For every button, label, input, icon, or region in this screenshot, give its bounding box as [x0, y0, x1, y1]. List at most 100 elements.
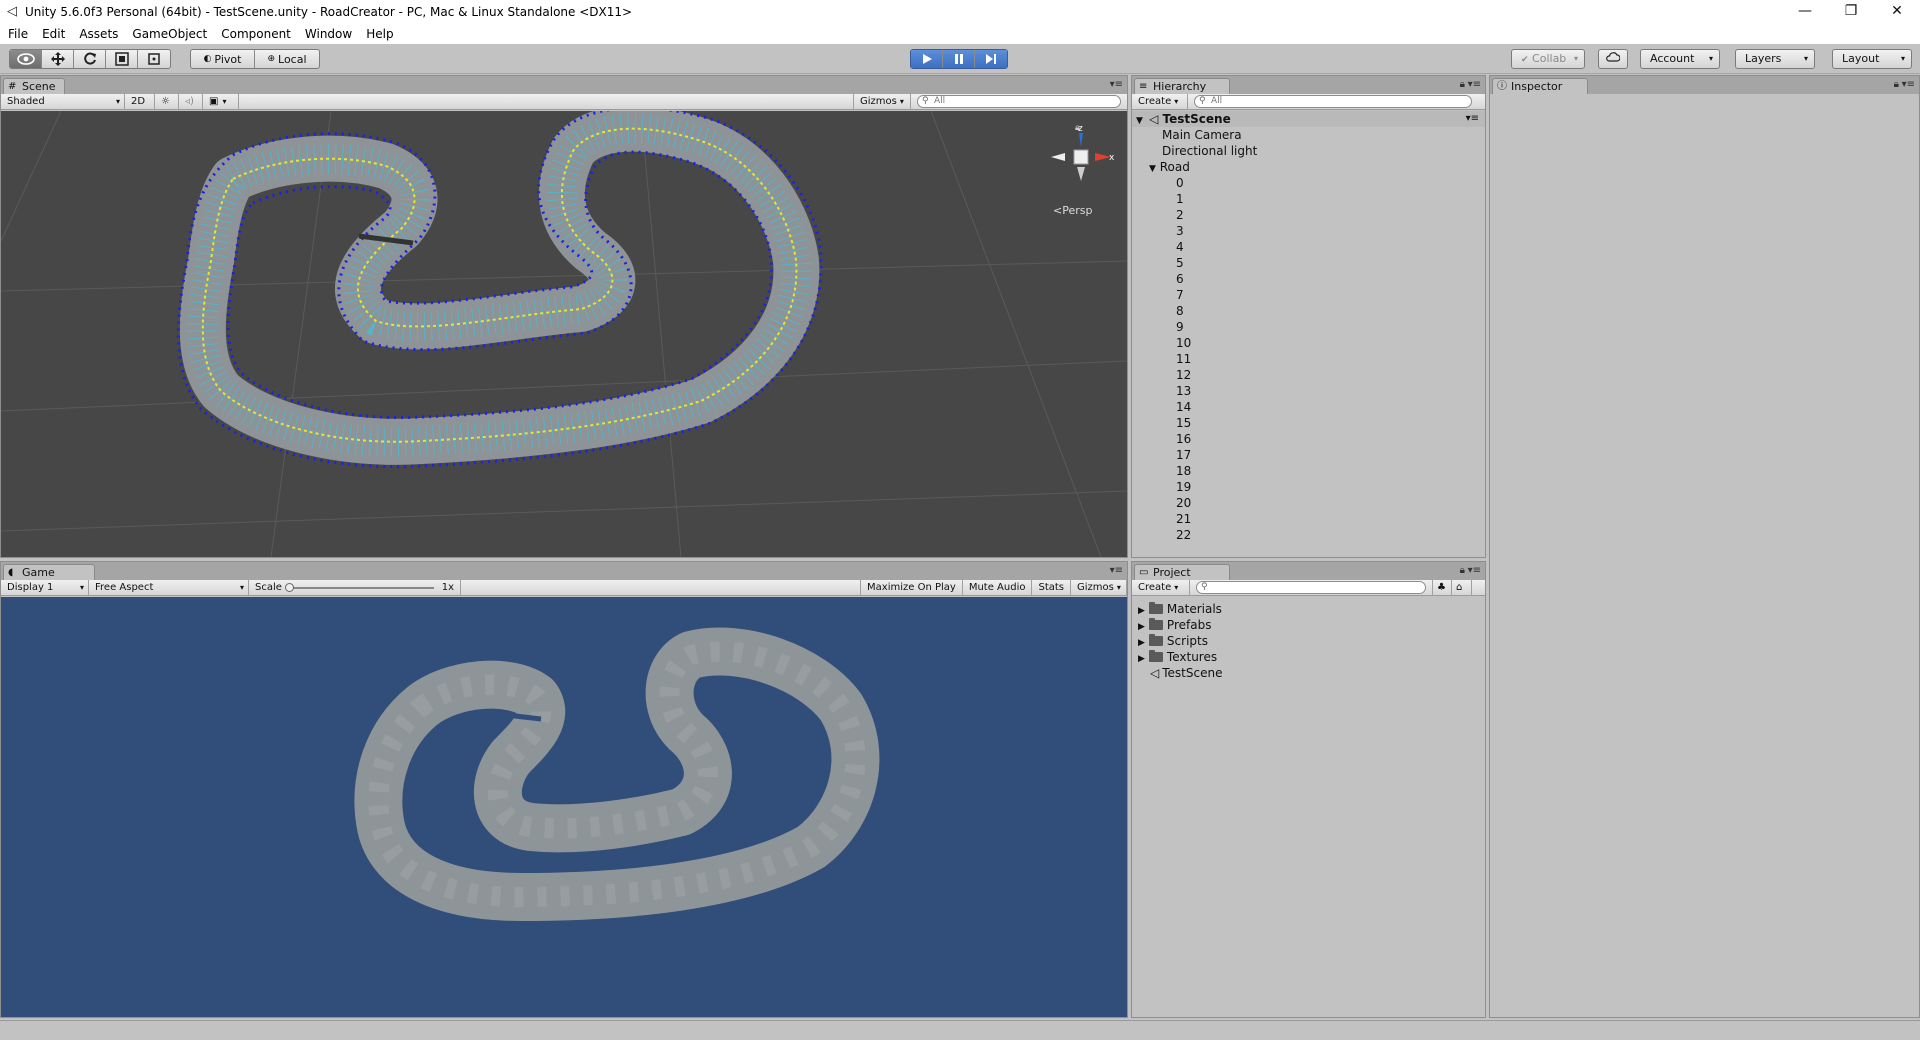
audio-toggle[interactable]: ◃): [179, 93, 203, 110]
expand-triangle-icon[interactable]: ▶: [1138, 638, 1145, 648]
rect-tool-button[interactable]: [138, 50, 170, 68]
hierarchy-item-road-child[interactable]: 10: [1132, 335, 1485, 351]
scene-search-input[interactable]: ⚲ All: [917, 95, 1121, 108]
tab-inspector[interactable]: ⓘ Inspector: [1492, 78, 1588, 94]
scale-slider-thumb[interactable]: [284, 582, 294, 592]
step-button[interactable]: [975, 50, 1007, 68]
minimize-button[interactable]: —: [1782, 0, 1828, 24]
hierarchy-item-road-child[interactable]: 17: [1132, 447, 1485, 463]
hierarchy-item-road-child[interactable]: 11: [1132, 351, 1485, 367]
project-search-input[interactable]: ⚲: [1196, 581, 1426, 594]
menu-edit[interactable]: Edit: [35, 27, 72, 41]
scene-orientation-gizmo[interactable]: z x: [1041, 119, 1121, 199]
game-viewport[interactable]: [1, 597, 1127, 1017]
expand-triangle-icon[interactable]: ▶: [1138, 622, 1145, 632]
project-asset-testscene[interactable]: ◁ TestScene: [1150, 665, 1222, 681]
hierarchy-item-road-child[interactable]: 4: [1132, 239, 1485, 255]
scale-tool-button[interactable]: [106, 50, 138, 68]
hierarchy-item-road-child[interactable]: 15: [1132, 415, 1485, 431]
scene-viewport[interactable]: z x 🔒︎ <Persp: [1, 111, 1127, 557]
layout-dropdown[interactable]: Layout ▾: [1832, 49, 1912, 69]
hierarchy-item-road-child[interactable]: 16: [1132, 431, 1485, 447]
filter-by-label-button[interactable]: ⌂: [1452, 579, 1472, 596]
expand-triangle-icon[interactable]: ▼: [1136, 116, 1143, 126]
hierarchy-item-road-child[interactable]: 1: [1132, 191, 1485, 207]
panel-menu-icon[interactable]: ▾≡: [1468, 79, 1481, 90]
hierarchy-item-road-child[interactable]: 3: [1132, 223, 1485, 239]
close-button[interactable]: ✕: [1874, 0, 1920, 24]
hierarchy-item-road-child[interactable]: 12: [1132, 367, 1485, 383]
menu-gameobject[interactable]: GameObject: [125, 27, 214, 41]
game-gizmos-dropdown[interactable]: Gizmos ▾: [1071, 579, 1127, 596]
hierarchy-item-road-child[interactable]: 5: [1132, 255, 1485, 271]
pause-button[interactable]: [943, 50, 975, 68]
menu-file[interactable]: File: [0, 27, 35, 41]
aspect-dropdown[interactable]: Free Aspect ▾: [89, 579, 249, 596]
hierarchy-search-input[interactable]: ⚲ All: [1194, 95, 1472, 108]
hierarchy-item-road-child[interactable]: 8: [1132, 303, 1485, 319]
scene-root-row[interactable]: ▼ ◁ TestScene ▾≡: [1132, 111, 1485, 127]
panel-menu-icon[interactable]: ▾≡: [1468, 565, 1481, 576]
hierarchy-item-main-camera[interactable]: Main Camera: [1132, 127, 1485, 143]
tab-hierarchy[interactable]: ≡ Hierarchy: [1134, 78, 1230, 94]
menu-help[interactable]: Help: [359, 27, 400, 41]
layers-dropdown[interactable]: Layers ▾: [1735, 49, 1815, 69]
persp-label[interactable]: <Persp: [1053, 204, 1092, 217]
hierarchy-item-road-child[interactable]: 21: [1132, 511, 1485, 527]
scene-gizmos-dropdown[interactable]: Gizmos ▾: [853, 93, 911, 110]
hierarchy-item-road[interactable]: ▼ Road: [1132, 159, 1485, 175]
play-button[interactable]: [911, 50, 943, 68]
scene-menu-icon[interactable]: ▾≡: [1466, 111, 1479, 127]
stats-toggle[interactable]: Stats: [1032, 579, 1071, 596]
hierarchy-item-road-child[interactable]: 7: [1132, 287, 1485, 303]
pivot-toggle[interactable]: ◐ Pivot: [191, 50, 255, 68]
hierarchy-item-road-child[interactable]: 14: [1132, 399, 1485, 415]
panel-menu-icon[interactable]: ▾≡: [1110, 565, 1123, 576]
mute-audio-toggle[interactable]: Mute Audio: [963, 579, 1033, 596]
project-create-dropdown[interactable]: Create ▾: [1132, 579, 1190, 596]
hierarchy-item-directional-light[interactable]: Directional light: [1132, 143, 1485, 159]
hierarchy-item-road-child[interactable]: 6: [1132, 271, 1485, 287]
shading-dropdown[interactable]: Shaded ▾: [1, 93, 125, 110]
move-tool-button[interactable]: [42, 50, 74, 68]
expand-triangle-icon[interactable]: ▼: [1149, 164, 1156, 174]
hierarchy-item-road-child[interactable]: 9: [1132, 319, 1485, 335]
local-toggle[interactable]: ⊕ Local: [255, 50, 319, 68]
menu-assets[interactable]: Assets: [72, 27, 125, 41]
expand-triangle-icon[interactable]: ▶: [1138, 654, 1145, 664]
panel-menu-icon[interactable]: ▾≡: [1110, 79, 1123, 90]
hierarchy-item-road-child[interactable]: 13: [1132, 383, 1485, 399]
rotate-tool-button[interactable]: [74, 50, 106, 68]
effects-dropdown[interactable]: ▣ ▾: [203, 93, 239, 110]
display-dropdown[interactable]: Display 1 ▾: [1, 579, 89, 596]
tab-scene[interactable]: # Scene: [3, 78, 65, 94]
lock-icon[interactable]: 🔒︎: [1894, 79, 1899, 90]
project-folder-materials[interactable]: ▶ Materials: [1138, 601, 1222, 617]
filter-by-type-button[interactable]: ♣: [1432, 579, 1452, 596]
scale-slider[interactable]: [284, 582, 434, 592]
lock-icon[interactable]: 🔒︎: [1460, 79, 1465, 90]
hierarchy-item-road-child[interactable]: 22: [1132, 527, 1485, 543]
toggle-2d-button[interactable]: 2D: [125, 93, 155, 110]
menu-window[interactable]: Window: [298, 27, 359, 41]
lighting-toggle[interactable]: ☼: [155, 93, 179, 110]
collab-dropdown[interactable]: ✔ Collab ▾: [1511, 49, 1585, 69]
maximize-on-play-toggle[interactable]: Maximize On Play: [860, 579, 963, 596]
hierarchy-item-road-child[interactable]: 20: [1132, 495, 1485, 511]
project-folder-scripts[interactable]: ▶ Scripts: [1138, 633, 1208, 649]
hierarchy-item-road-child[interactable]: 18: [1132, 463, 1485, 479]
panel-menu-icon[interactable]: ▾≡: [1902, 79, 1915, 90]
account-dropdown[interactable]: Account ▾: [1640, 49, 1720, 69]
hierarchy-item-road-child[interactable]: 0: [1132, 175, 1485, 191]
hierarchy-item-road-child[interactable]: 19: [1132, 479, 1485, 495]
lock-icon[interactable]: 🔒︎: [1075, 123, 1080, 133]
tab-project[interactable]: ▭ Project: [1134, 564, 1230, 580]
tab-game[interactable]: ◖ Game: [3, 564, 95, 580]
restore-button[interactable]: ❐: [1828, 0, 1874, 24]
cloud-button[interactable]: [1598, 49, 1628, 69]
hand-tool-button[interactable]: [10, 50, 42, 68]
lock-icon[interactable]: 🔒︎: [1460, 565, 1465, 576]
hierarchy-item-road-child[interactable]: 2: [1132, 207, 1485, 223]
menu-component[interactable]: Component: [214, 27, 298, 41]
hierarchy-create-dropdown[interactable]: Create ▾: [1132, 93, 1188, 110]
